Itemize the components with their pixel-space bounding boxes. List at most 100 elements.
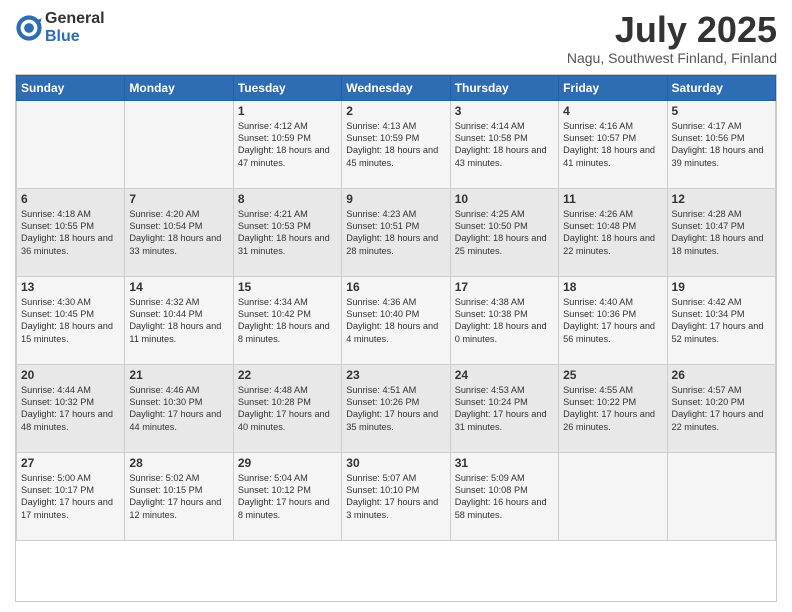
- header-day: Tuesday: [233, 75, 341, 100]
- cell-content: Sunrise: 4:32 AM Sunset: 10:44 PM Daylig…: [129, 296, 228, 346]
- calendar-cell: 27Sunrise: 5:00 AM Sunset: 10:17 PM Dayl…: [17, 452, 125, 540]
- calendar-cell: 10 Sunrise: 4:25 AM Sunset: 10:50 PM Dayl…: [450, 188, 558, 276]
- day-number: 2: [346, 104, 445, 118]
- day-number: 29: [238, 456, 337, 470]
- cell-content: Sunrise: 4:46 AM Sunset: 10:30 PM Daylig…: [129, 384, 228, 434]
- cell-content: Sunrise: 5:02 AM Sunset: 10:15 PM Daylig…: [129, 472, 228, 522]
- calendar-cell: 1Sunrise: 4:12 AM Sunset: 10:59 PM Dayli…: [233, 100, 341, 188]
- calendar-cell: [559, 452, 667, 540]
- cell-content: Sunrise: 4:12 AM Sunset: 10:59 PM Daylig…: [238, 120, 337, 170]
- header-day: Thursday: [450, 75, 558, 100]
- day-number: 10: [455, 192, 554, 206]
- cell-content: Sunrise: 4:25 AM Sunset: 10:50 PM Daylig…: [455, 208, 554, 258]
- cell-content: Sunrise: 5:04 AM Sunset: 10:12 PM Daylig…: [238, 472, 337, 522]
- calendar-cell: 9 Sunrise: 4:23 AM Sunset: 10:51 PM Dayli…: [342, 188, 450, 276]
- day-number: 3: [455, 104, 554, 118]
- calendar-cell: 19 Sunrise: 4:42 AM Sunset: 10:34 PM Dayl…: [667, 276, 775, 364]
- calendar-cell: 5 Sunrise: 4:17 AM Sunset: 10:56 PM Dayli…: [667, 100, 775, 188]
- day-number: 14: [129, 280, 228, 294]
- cell-content: Sunrise: 4:53 AM Sunset: 10:24 PM Daylig…: [455, 384, 554, 434]
- cell-content: Sunrise: 4:20 AM Sunset: 10:54 PM Daylig…: [129, 208, 228, 258]
- calendar-header: SundayMondayTuesdayWednesdayThursdayFrid…: [17, 75, 776, 100]
- calendar-cell: 24 Sunrise: 4:53 AM Sunset: 10:24 PM Dayl…: [450, 364, 558, 452]
- calendar-body: 1Sunrise: 4:12 AM Sunset: 10:59 PM Dayli…: [17, 100, 776, 540]
- cell-content: Sunrise: 4:48 AM Sunset: 10:28 PM Daylig…: [238, 384, 337, 434]
- logo-icon: [15, 14, 43, 42]
- calendar-cell: 13 Sunrise: 4:30 AM Sunset: 10:45 PM Dayl…: [17, 276, 125, 364]
- calendar-cell: 2 Sunrise: 4:13 AM Sunset: 10:59 PM Dayli…: [342, 100, 450, 188]
- header-day: Sunday: [17, 75, 125, 100]
- calendar-cell: 26 Sunrise: 4:57 AM Sunset: 10:20 PM Dayl…: [667, 364, 775, 452]
- calendar-cell: [17, 100, 125, 188]
- day-number: 4: [563, 104, 662, 118]
- day-number: 21: [129, 368, 228, 382]
- calendar-cell: 30 Sunrise: 5:07 AM Sunset: 10:10 PM Dayl…: [342, 452, 450, 540]
- header-day: Monday: [125, 75, 233, 100]
- calendar-row: 1Sunrise: 4:12 AM Sunset: 10:59 PM Dayli…: [17, 100, 776, 188]
- cell-content: Sunrise: 4:55 AM Sunset: 10:22 PM Daylig…: [563, 384, 662, 434]
- day-number: 18: [563, 280, 662, 294]
- calendar-cell: 12Sunrise: 4:28 AM Sunset: 10:47 PM Dayl…: [667, 188, 775, 276]
- calendar-cell: 15Sunrise: 4:34 AM Sunset: 10:42 PM Dayl…: [233, 276, 341, 364]
- cell-content: Sunrise: 4:17 AM Sunset: 10:56 PM Daylig…: [672, 120, 771, 170]
- calendar-cell: [125, 100, 233, 188]
- day-number: 5: [672, 104, 771, 118]
- day-number: 22: [238, 368, 337, 382]
- day-number: 9: [346, 192, 445, 206]
- cell-content: Sunrise: 4:13 AM Sunset: 10:59 PM Daylig…: [346, 120, 445, 170]
- cell-content: Sunrise: 4:14 AM Sunset: 10:58 PM Daylig…: [455, 120, 554, 170]
- day-number: 8: [238, 192, 337, 206]
- day-number: 20: [21, 368, 120, 382]
- location: Nagu, Southwest Finland, Finland: [567, 50, 777, 66]
- calendar-cell: 4Sunrise: 4:16 AM Sunset: 10:57 PM Dayli…: [559, 100, 667, 188]
- cell-content: Sunrise: 4:18 AM Sunset: 10:55 PM Daylig…: [21, 208, 120, 258]
- day-number: 26: [672, 368, 771, 382]
- logo-blue: Blue: [45, 28, 105, 46]
- calendar-cell: 29 Sunrise: 5:04 AM Sunset: 10:12 PM Dayl…: [233, 452, 341, 540]
- logo: General Blue: [15, 10, 105, 45]
- cell-content: Sunrise: 5:09 AM Sunset: 10:08 PM Daylig…: [455, 472, 554, 522]
- calendar-cell: 22 Sunrise: 4:48 AM Sunset: 10:28 PM Dayl…: [233, 364, 341, 452]
- calendar-cell: 21 Sunrise: 4:46 AM Sunset: 10:30 PM Dayl…: [125, 364, 233, 452]
- calendar-row: 6Sunrise: 4:18 AM Sunset: 10:55 PM Dayli…: [17, 188, 776, 276]
- cell-content: Sunrise: 4:42 AM Sunset: 10:34 PM Daylig…: [672, 296, 771, 346]
- cell-content: Sunrise: 4:38 AM Sunset: 10:38 PM Daylig…: [455, 296, 554, 346]
- calendar-row: 13 Sunrise: 4:30 AM Sunset: 10:45 PM Dayl…: [17, 276, 776, 364]
- cell-content: Sunrise: 4:57 AM Sunset: 10:20 PM Daylig…: [672, 384, 771, 434]
- cell-content: Sunrise: 4:23 AM Sunset: 10:51 PM Daylig…: [346, 208, 445, 258]
- cell-content: Sunrise: 4:30 AM Sunset: 10:45 PM Daylig…: [21, 296, 120, 346]
- calendar-cell: 18Sunrise: 4:40 AM Sunset: 10:36 PM Dayl…: [559, 276, 667, 364]
- cell-content: Sunrise: 4:44 AM Sunset: 10:32 PM Daylig…: [21, 384, 120, 434]
- day-number: 17: [455, 280, 554, 294]
- day-number: 31: [455, 456, 554, 470]
- calendar-cell: 3 Sunrise: 4:14 AM Sunset: 10:58 PM Dayli…: [450, 100, 558, 188]
- day-number: 30: [346, 456, 445, 470]
- cell-content: Sunrise: 5:07 AM Sunset: 10:10 PM Daylig…: [346, 472, 445, 522]
- header-day: Wednesday: [342, 75, 450, 100]
- day-number: 13: [21, 280, 120, 294]
- header-day: Friday: [559, 75, 667, 100]
- calendar-cell: 28 Sunrise: 5:02 AM Sunset: 10:15 PM Dayl…: [125, 452, 233, 540]
- calendar-cell: 17 Sunrise: 4:38 AM Sunset: 10:38 PM Dayl…: [450, 276, 558, 364]
- calendar-cell: 11 Sunrise: 4:26 AM Sunset: 10:48 PM Dayl…: [559, 188, 667, 276]
- day-number: 15: [238, 280, 337, 294]
- logo-text: General Blue: [45, 10, 105, 45]
- day-number: 24: [455, 368, 554, 382]
- day-number: 19: [672, 280, 771, 294]
- cell-content: Sunrise: 4:51 AM Sunset: 10:26 PM Daylig…: [346, 384, 445, 434]
- page: General Blue July 2025 Nagu, Southwest F…: [0, 0, 792, 612]
- cell-content: Sunrise: 4:26 AM Sunset: 10:48 PM Daylig…: [563, 208, 662, 258]
- calendar-cell: 31 Sunrise: 5:09 AM Sunset: 10:08 PM Dayl…: [450, 452, 558, 540]
- day-number: 28: [129, 456, 228, 470]
- calendar-cell: 16Sunrise: 4:36 AM Sunset: 10:40 PM Dayl…: [342, 276, 450, 364]
- cell-content: Sunrise: 5:00 AM Sunset: 10:17 PM Daylig…: [21, 472, 120, 522]
- day-number: 7: [129, 192, 228, 206]
- header: General Blue July 2025 Nagu, Southwest F…: [15, 10, 777, 66]
- day-number: 11: [563, 192, 662, 206]
- calendar-cell: 8Sunrise: 4:21 AM Sunset: 10:53 PM Dayli…: [233, 188, 341, 276]
- day-number: 25: [563, 368, 662, 382]
- calendar-row: 27Sunrise: 5:00 AM Sunset: 10:17 PM Dayl…: [17, 452, 776, 540]
- logo-general: General: [45, 10, 105, 28]
- calendar-cell: 14 Sunrise: 4:32 AM Sunset: 10:44 PM Dayl…: [125, 276, 233, 364]
- cell-content: Sunrise: 4:28 AM Sunset: 10:47 PM Daylig…: [672, 208, 771, 258]
